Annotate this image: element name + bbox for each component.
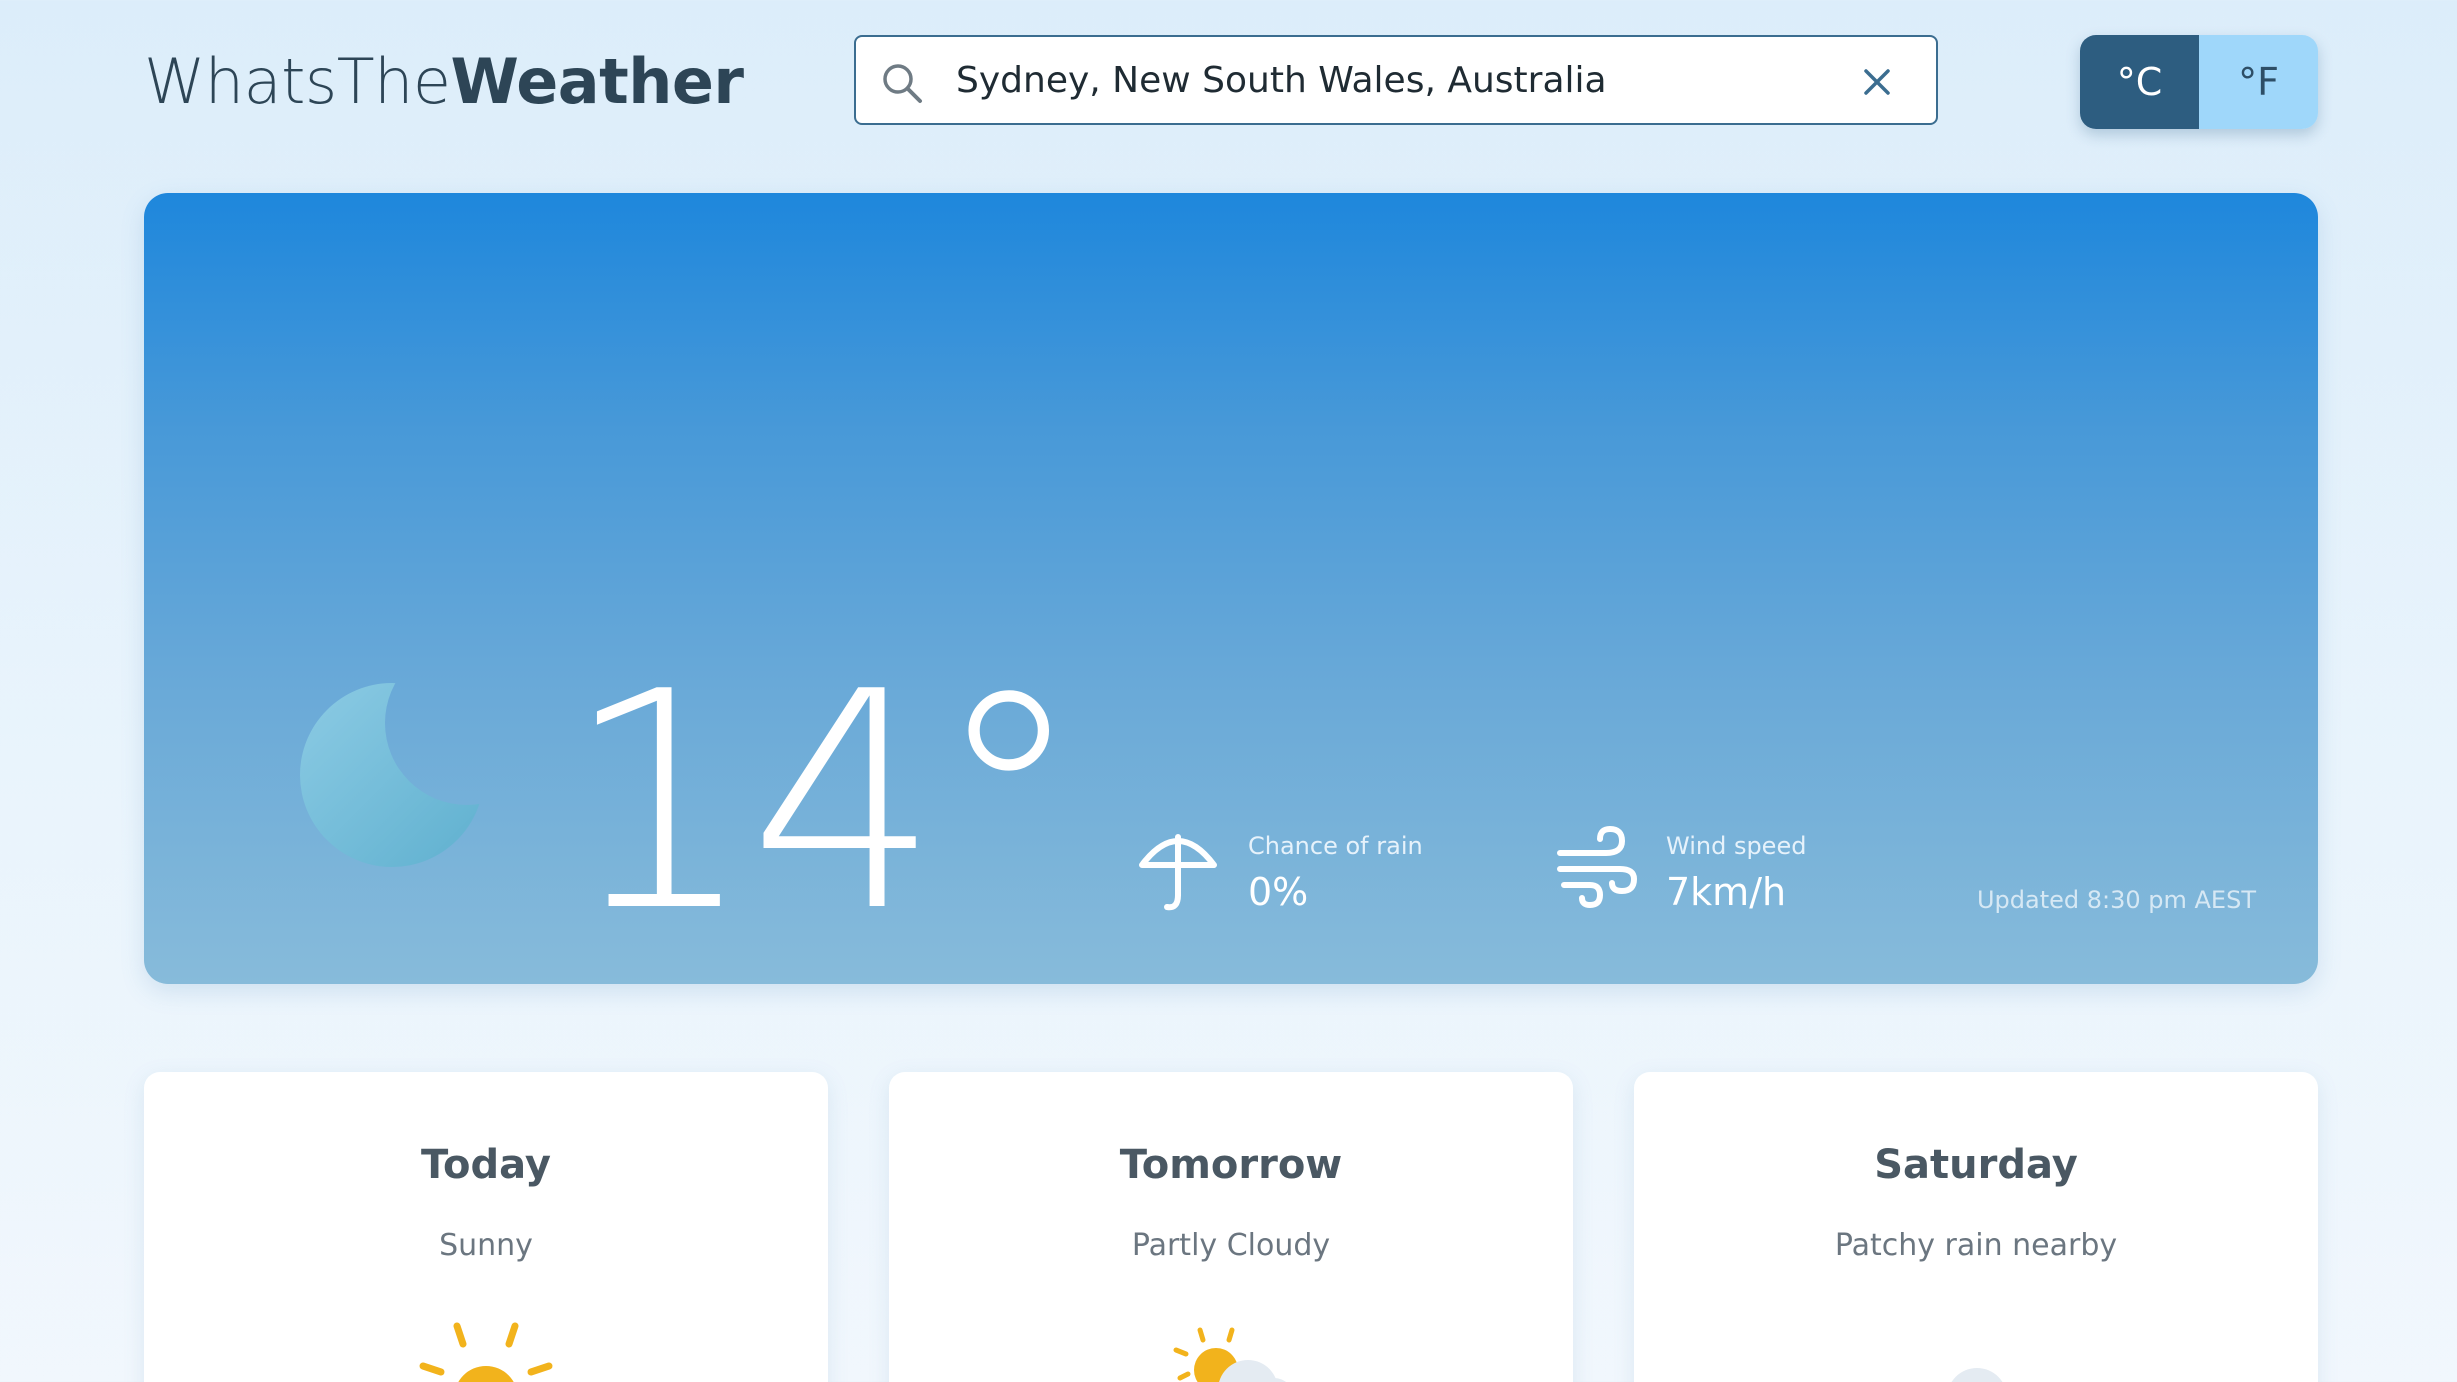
cloud-rain-icon: [1951, 1368, 2003, 1382]
wind-icon: [1557, 825, 1638, 909]
forecast-condition: Partly Cloudy: [1131, 1228, 1331, 1263]
search-icon: [883, 64, 922, 103]
search-input[interactable]: Sydney, New South Wales, Australia: [956, 59, 1826, 103]
app-header: WhatsTheWeather Sydney, New South Wales,…: [0, 0, 2457, 170]
updated-timestamp: Updated 8:30 pm AEST: [1976, 886, 2256, 914]
forecast-condition: Patchy rain nearby: [1834, 1228, 2118, 1263]
unit-toggle: °C °F: [2080, 35, 2318, 129]
current-weather-panel: 14° Chance of rain 0% Wind speed 7km/h U…: [144, 193, 2318, 984]
wind-value: 7km/h: [1666, 870, 1787, 914]
logo-text-bold: Weather: [450, 45, 744, 118]
close-icon[interactable]: [1860, 65, 1894, 99]
forecast-day: Saturday: [1874, 1142, 2078, 1188]
forecast-card-today[interactable]: Today Sunny: [144, 1072, 828, 1382]
moon-icon: [300, 683, 484, 867]
rain-label: Chance of rain: [1248, 832, 1423, 860]
fahrenheit-button[interactable]: °F: [2199, 35, 2318, 129]
logo-text-light: WhatsThe: [144, 45, 451, 118]
forecast-card-tomorrow[interactable]: Tomorrow Partly Cloudy: [889, 1072, 1573, 1382]
wind-label: Wind speed: [1666, 832, 1807, 860]
forecast-day: Tomorrow: [1119, 1142, 1343, 1188]
forecast-condition: Sunny: [439, 1228, 533, 1263]
location-search[interactable]: Sydney, New South Wales, Australia: [854, 35, 1938, 125]
forecast-day: Today: [421, 1142, 551, 1188]
current-temperature: 14°: [564, 628, 1084, 977]
celsius-button[interactable]: °C: [2080, 35, 2199, 129]
partly-cloudy-icon: [1173, 1327, 1286, 1382]
sun-icon: [419, 1322, 553, 1382]
rain-value: 0%: [1248, 870, 1309, 914]
forecast-card-saturday[interactable]: Saturday Patchy rain nearby: [1634, 1072, 2318, 1382]
app-logo[interactable]: WhatsTheWeather: [144, 44, 744, 120]
umbrella-icon: [1139, 834, 1217, 911]
